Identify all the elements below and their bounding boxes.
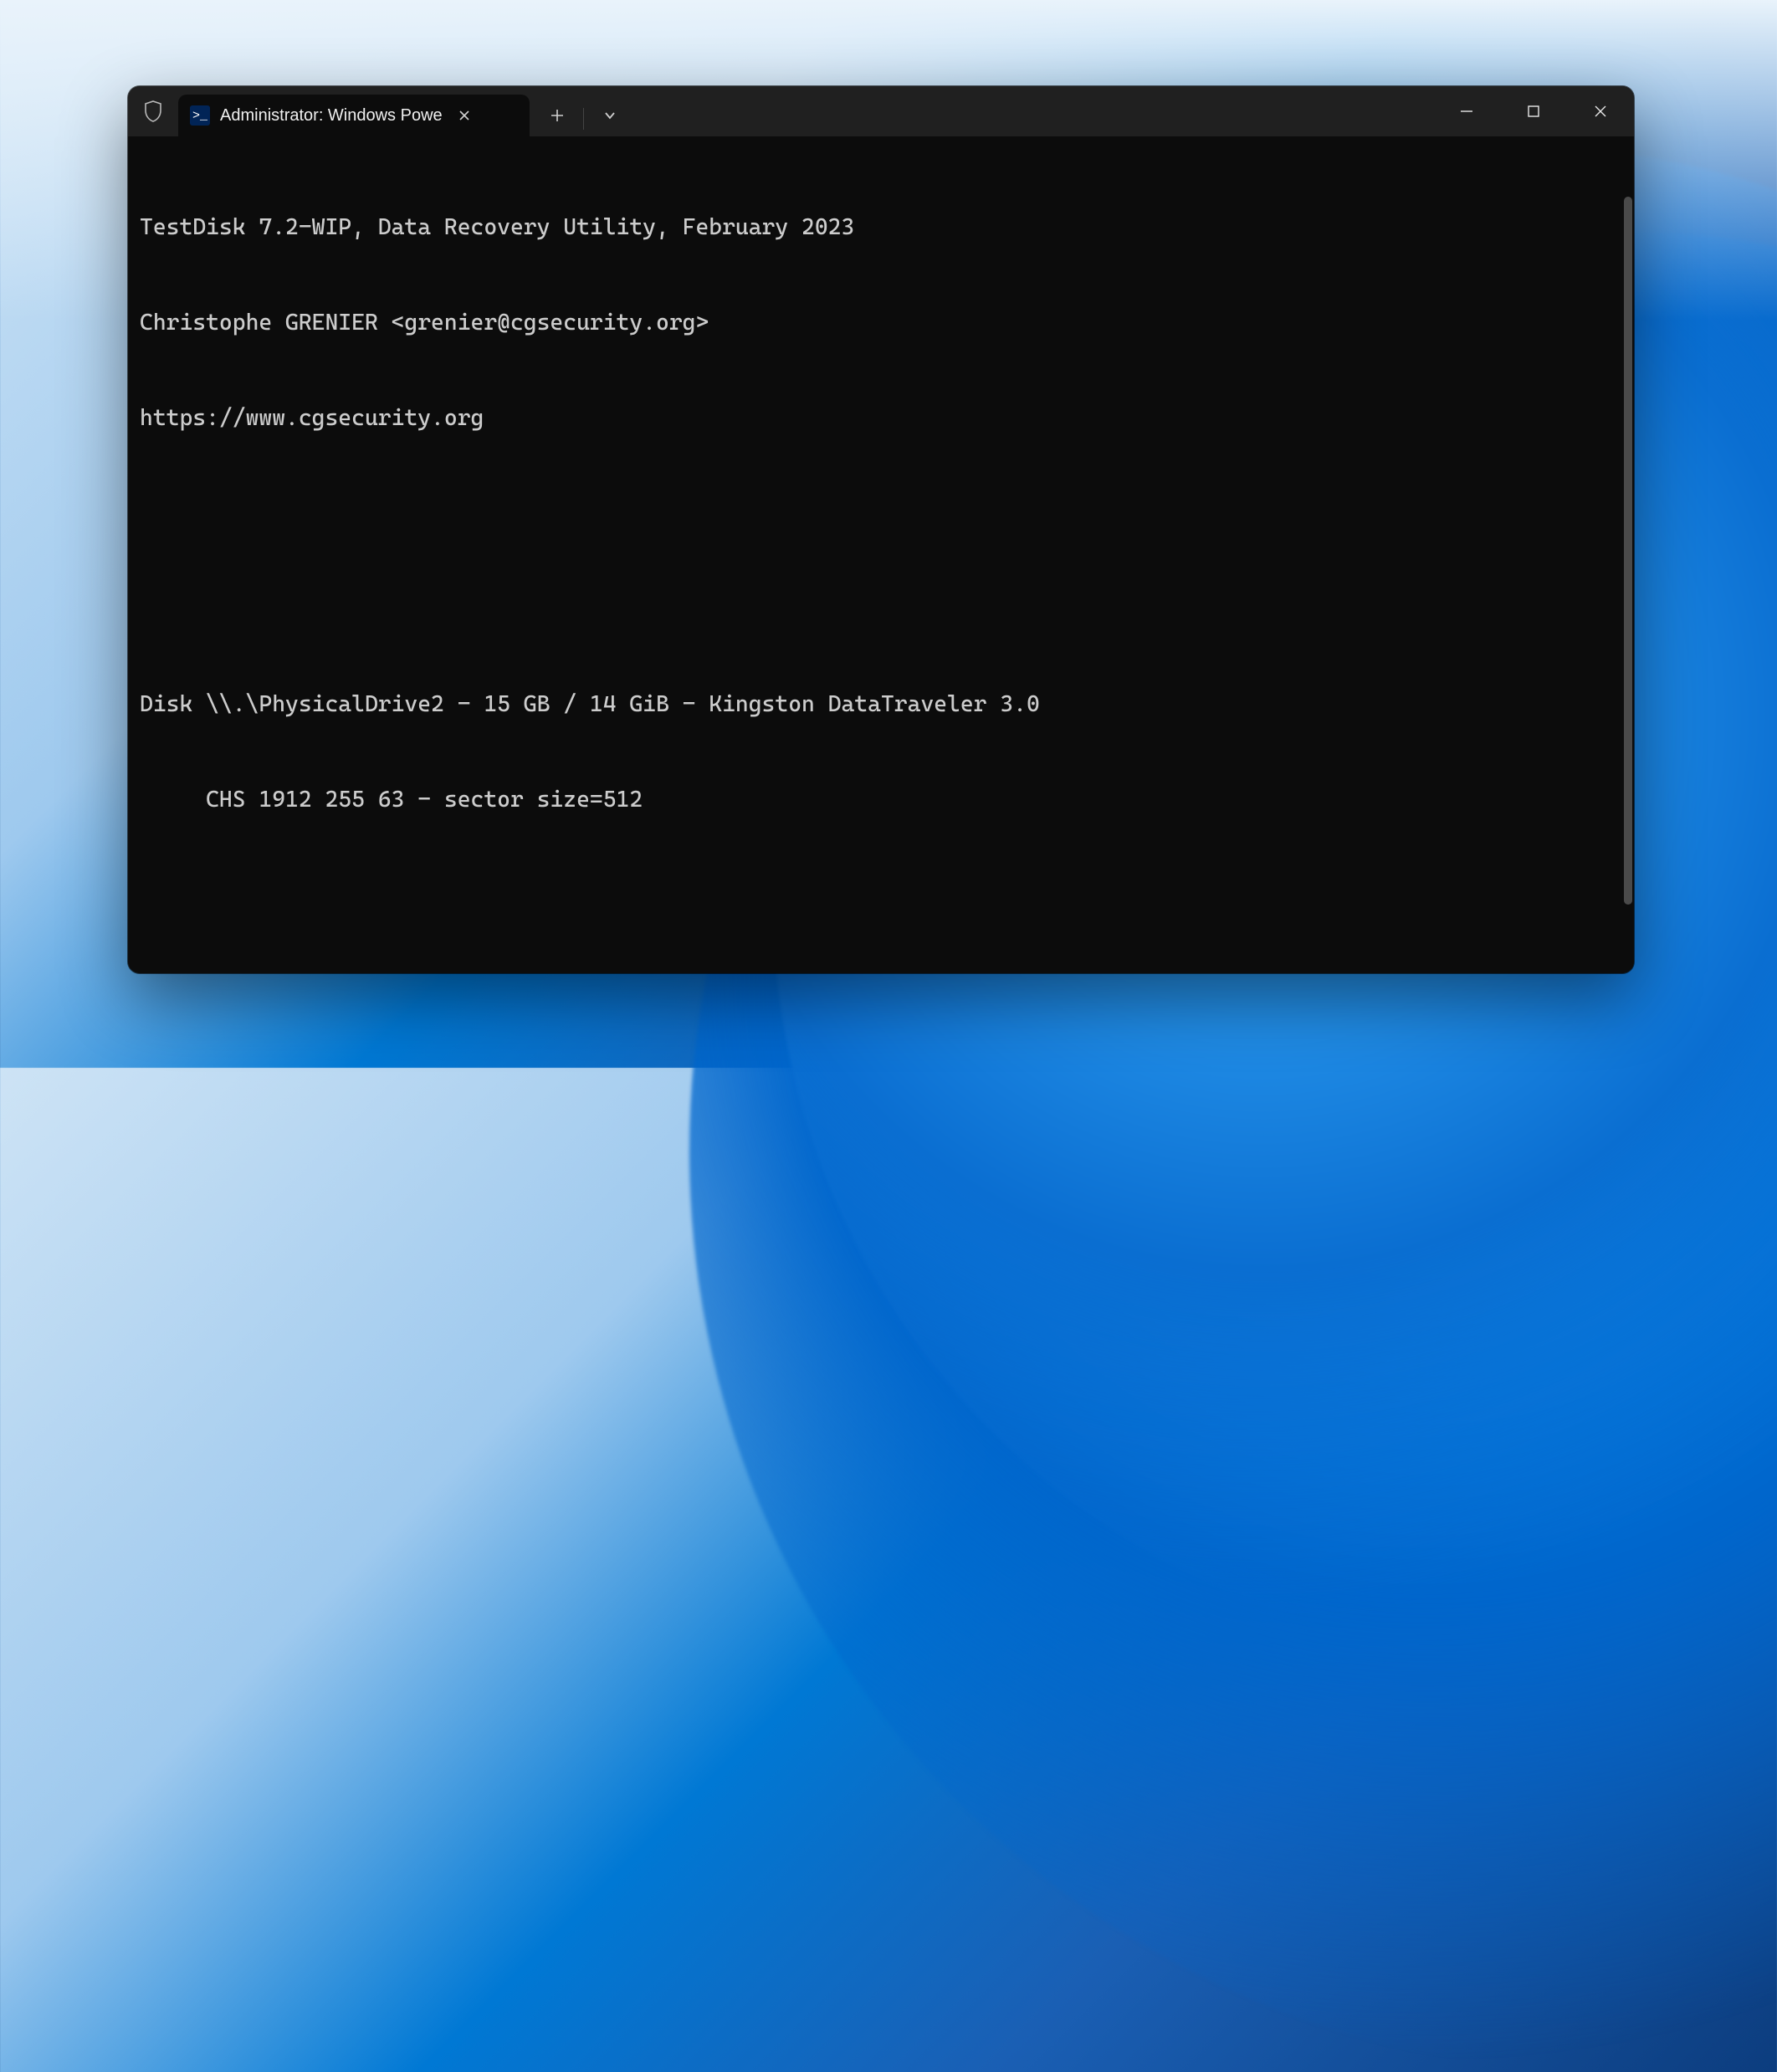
powershell-icon: >_	[190, 105, 210, 126]
blank-line	[140, 593, 1626, 625]
scrollbar[interactable]	[1624, 197, 1632, 967]
tab-close-button[interactable]	[453, 104, 476, 127]
blank-line	[140, 498, 1626, 530]
header-line: https://www.cgsecurity.org	[140, 403, 1626, 434]
shield-icon	[128, 86, 178, 136]
separator	[583, 108, 584, 130]
disk-line: Disk \\.\PhysicalDrive2 - 15 GB / 14 GiB…	[140, 689, 1626, 721]
tab-title: Administrator: Windows Powe	[220, 106, 443, 126]
scrollbar-thumb[interactable]	[1624, 197, 1632, 905]
tab-active[interactable]: >_ Administrator: Windows Powe	[178, 95, 530, 136]
blank-line	[140, 880, 1626, 911]
titlebar: >_ Administrator: Windows Powe	[128, 86, 1634, 136]
header-line: Christophe GRENIER <grenier@cgsecurity.o…	[140, 307, 1626, 339]
terminal-window: >_ Administrator: Windows Powe	[128, 86, 1634, 973]
close-window-button[interactable]	[1567, 86, 1634, 136]
terminal-viewport[interactable]: TestDisk 7.2-WIP, Data Recovery Utility,…	[128, 136, 1634, 973]
new-tab-button[interactable]	[536, 99, 578, 132]
maximize-button[interactable]	[1500, 86, 1567, 136]
header-line: TestDisk 7.2-WIP, Data Recovery Utility,…	[140, 212, 1626, 244]
minimize-button[interactable]	[1433, 86, 1500, 136]
chs-line: CHS 1912 255 63 - sector size=512	[140, 784, 1626, 816]
tab-dropdown-button[interactable]	[589, 99, 631, 132]
